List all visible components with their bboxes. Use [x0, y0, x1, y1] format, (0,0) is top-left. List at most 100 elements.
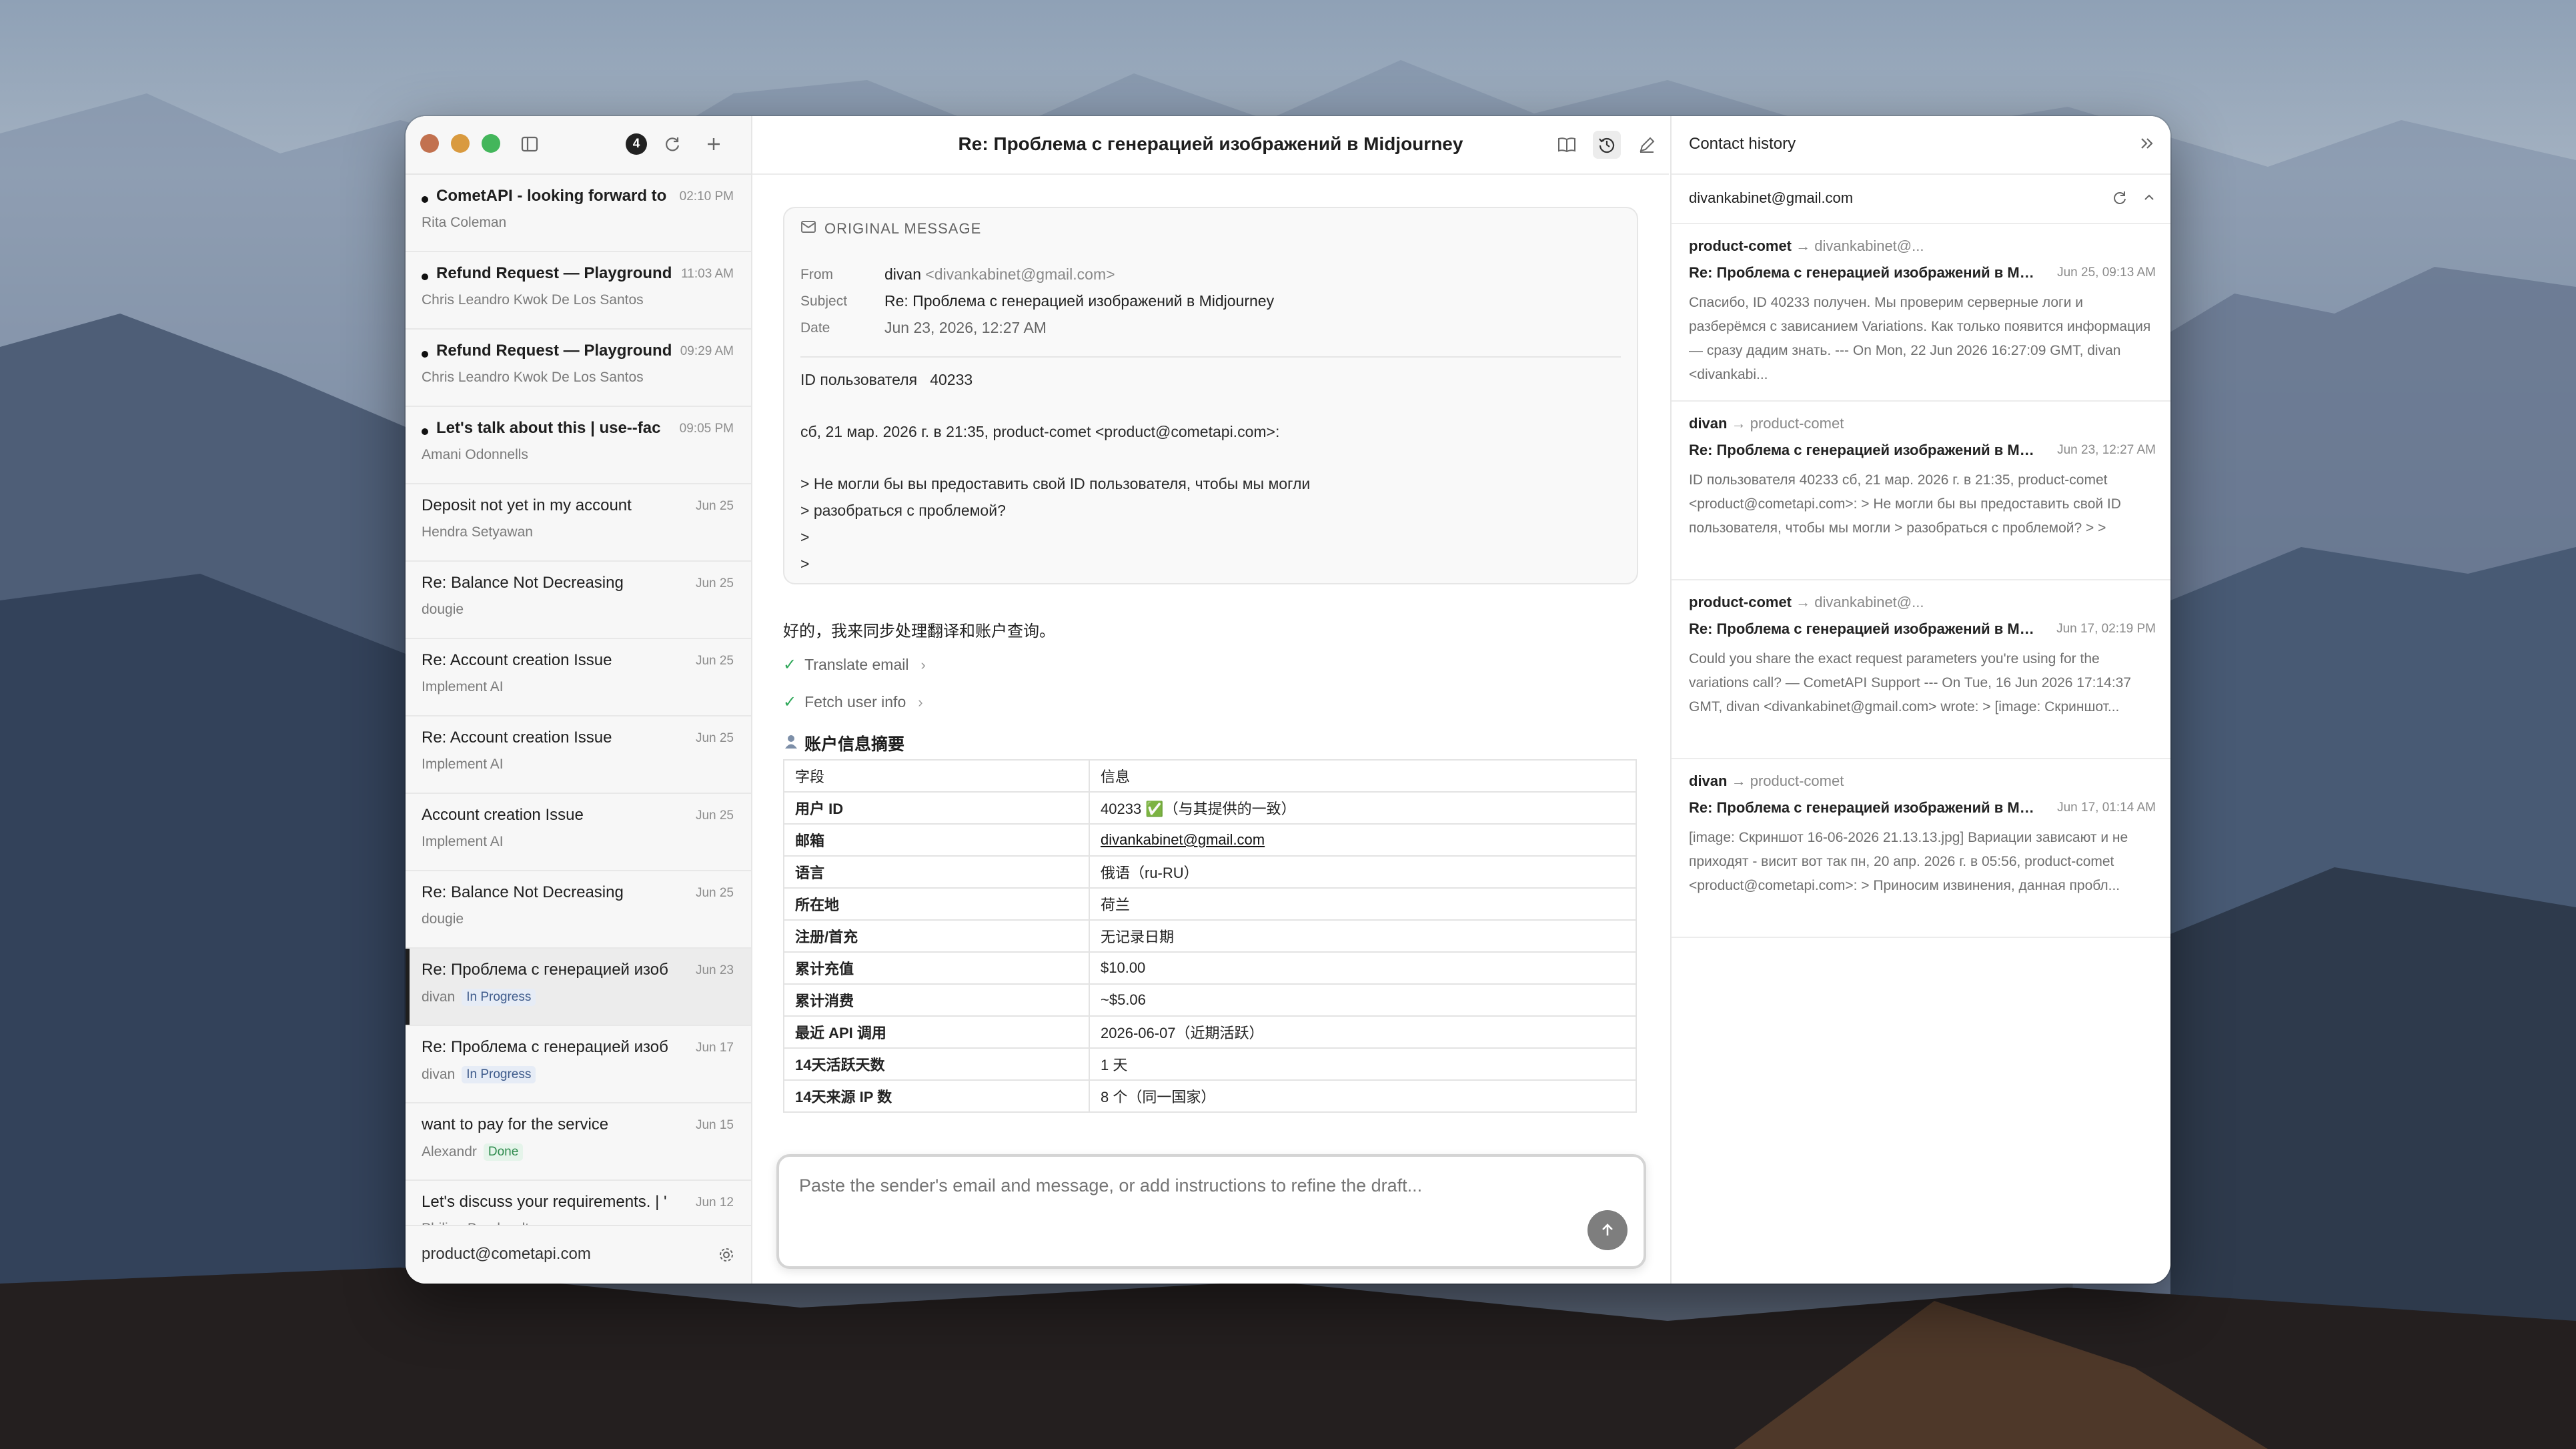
mail-subject: want to pay for the service [422, 1115, 609, 1133]
send-button[interactable] [1587, 1210, 1628, 1250]
plus-icon[interactable] [703, 133, 724, 155]
mail-sender: Alexandr [422, 1144, 477, 1159]
list-item[interactable]: CometAPI - looking forward to 02:10 PM Rit… [406, 175, 751, 252]
mail-sender: Chris Leandro Kwok De Los Santos [422, 292, 644, 308]
list-item[interactable]: want to pay for the service Jun 15 Alexand… [406, 1103, 751, 1181]
message-toolbar: Re: Проблема с генерацией изображений в … [752, 116, 1669, 175]
list-item[interactable]: Re: Account creation Issue Jun 25 Implemen… [406, 716, 751, 794]
zoom-window-button[interactable] [482, 134, 500, 153]
table-row: 语言 俄语（ru-RU） [783, 855, 1637, 889]
history-item[interactable]: product-comet → divankabinet@... Re: Про… [1672, 224, 2170, 402]
unread-count-badge: 4 [626, 133, 647, 155]
list-item-selected[interactable]: Re: Проблема с генерацией изоб Jun 23 diva… [406, 949, 751, 1026]
mail-date: Jun 25 [695, 654, 734, 668]
sidebar-toolbar: 4 [406, 116, 751, 175]
list-item[interactable]: Account creation Issue Jun 25 Implement AI [406, 794, 751, 871]
user-icon [783, 733, 799, 754]
email-link[interactable]: divankabinet@gmail.com [1101, 831, 1265, 848]
history-subject: Re: Проблема с генерацией изображений в … [1689, 620, 2036, 637]
history-to: product-comet [1750, 773, 1844, 789]
list-item[interactable]: Re: Account creation Issue Jun 25 Implemen… [406, 639, 751, 716]
tool-step-translate[interactable]: ✓ Translate email › [783, 655, 926, 674]
edit-icon[interactable] [1636, 133, 1658, 156]
mail-date: Jun 25 [695, 731, 734, 745]
mail-subject: Refund Request — Playground [436, 264, 672, 282]
divider [800, 356, 1621, 358]
mail-subject: CometAPI - looking forward to [436, 187, 667, 205]
list-item[interactable]: Let's talk about this | use--fac 09:05 PM… [406, 407, 751, 484]
body-line: ID пользователя 40233 [800, 371, 973, 388]
from-name: divan [884, 266, 921, 283]
panel-title: Contact history [1689, 135, 1796, 153]
table-cell-value: 2026-06-07（近期活跃） [1089, 1015, 1637, 1049]
mail-sender: Implement AI [422, 679, 504, 694]
table-cell-value: 1 天 [1089, 1047, 1637, 1081]
mail-sender: Rita Coleman [422, 215, 507, 230]
refresh-icon[interactable] [2110, 188, 2129, 207]
mail-date: 02:10 PM [679, 189, 734, 203]
tool-step-fetch-user[interactable]: ✓ Fetch user info › [783, 692, 923, 712]
book-icon[interactable] [1555, 133, 1578, 156]
settings-icon[interactable] [716, 1245, 736, 1265]
list-item[interactable]: Deposit not yet in my account Jun 25 Hendr… [406, 484, 751, 562]
mail-subject: Re: Account creation Issue [422, 729, 612, 747]
section-title: 账户信息摘要 [783, 731, 904, 755]
history-icon[interactable] [1593, 131, 1621, 159]
table-cell-value: divankabinet@gmail.com [1089, 823, 1637, 857]
arrow-right-icon: → [1731, 415, 1746, 432]
mail-date: Jun 25 [695, 576, 734, 590]
tool-step-label: Translate email [804, 656, 909, 673]
history-item[interactable]: product-comet → divankabinet@... Re: Про… [1672, 580, 2170, 759]
table-cell-value: 无记录日期 [1089, 919, 1637, 953]
refresh-icon[interactable] [662, 133, 683, 155]
list-item[interactable]: Re: Проблема с генерацией изоб Jun 17 diva… [406, 1026, 751, 1103]
list-item[interactable]: Refund Request — Playground 09:29 AM Chris… [406, 330, 751, 407]
list-item[interactable]: Re: Balance Not Decreasing Jun 25 dougie [406, 562, 751, 639]
sidebar-footer: product@cometapi.com [406, 1225, 751, 1284]
check-icon: ✓ [783, 656, 797, 674]
table-cell-value: $10.00 [1089, 951, 1637, 985]
collapse-panel-icon[interactable] [2137, 133, 2157, 153]
arrow-right-icon: → [1731, 773, 1746, 789]
unread-dot [422, 428, 428, 435]
table-cell-key: 邮箱 [783, 823, 1090, 857]
composer-input[interactable] [799, 1175, 1599, 1196]
history-item[interactable]: divan → product-comet Re: Проблема с ген… [1672, 759, 2170, 938]
list-item[interactable]: Refund Request — Playground 11:03 AM Chris… [406, 252, 751, 330]
table-cell-value: 40233 ✅（与其提供的一致） [1089, 791, 1637, 825]
from-email: <divankabinet@gmail.com> [925, 266, 1115, 283]
contact-history-header: Contact history [1672, 116, 2170, 175]
mail-date: 09:05 PM [679, 422, 734, 436]
account-email[interactable]: product@cometapi.com [422, 1245, 591, 1264]
table-row: 累计消费 ~$5.06 [783, 983, 1637, 1017]
mail-subject: Re: Проблема с генерацией изоб [422, 961, 668, 979]
unread-dot [422, 351, 428, 358]
sidebar-toggle-icon[interactable] [519, 133, 540, 155]
unread-dot [422, 274, 428, 280]
mail-date: Jun 12 [695, 1195, 734, 1210]
subject-label: Subject [800, 294, 848, 309]
history-snippet: Could you share the exact request parame… [1689, 651, 2132, 714]
history-from: divan [1689, 415, 1728, 432]
mail-sender: Implement AI [422, 757, 504, 772]
chevron-up-icon[interactable] [2140, 188, 2158, 207]
history-route: product-comet → divankabinet@... [1689, 594, 1924, 611]
list-item[interactable]: Re: Balance Not Decreasing Jun 25 dougie [406, 871, 751, 949]
history-to: divankabinet@... [1814, 237, 1924, 254]
close-window-button[interactable] [420, 134, 439, 153]
table-row: 14天活跃天数 1 天 [783, 1047, 1637, 1081]
mail-subject: Refund Request — Playground [436, 342, 672, 360]
table-cell-key: 累计消费 [783, 983, 1090, 1017]
history-subject: Re: Проблема с генерацией изображений в … [1689, 442, 2036, 458]
mail-list: CometAPI - looking forward to 02:10 PM Rit… [406, 175, 751, 1258]
history-item[interactable]: divan → product-comet Re: Проблема с ген… [1672, 402, 2170, 580]
from-value: divan <divankabinet@gmail.com> [884, 266, 1115, 284]
history-to: divankabinet@... [1814, 594, 1924, 610]
mail-subject: Let's discuss your requirements. | ' [422, 1193, 667, 1211]
body-line: > [800, 555, 810, 572]
history-date: Jun 25, 09:13 AM [2057, 266, 2156, 280]
minimize-window-button[interactable] [451, 134, 470, 153]
mail-date: Jun 17 [695, 1041, 734, 1055]
body-line: > [800, 528, 810, 546]
table-cell-key: 14天活跃天数 [783, 1047, 1090, 1081]
